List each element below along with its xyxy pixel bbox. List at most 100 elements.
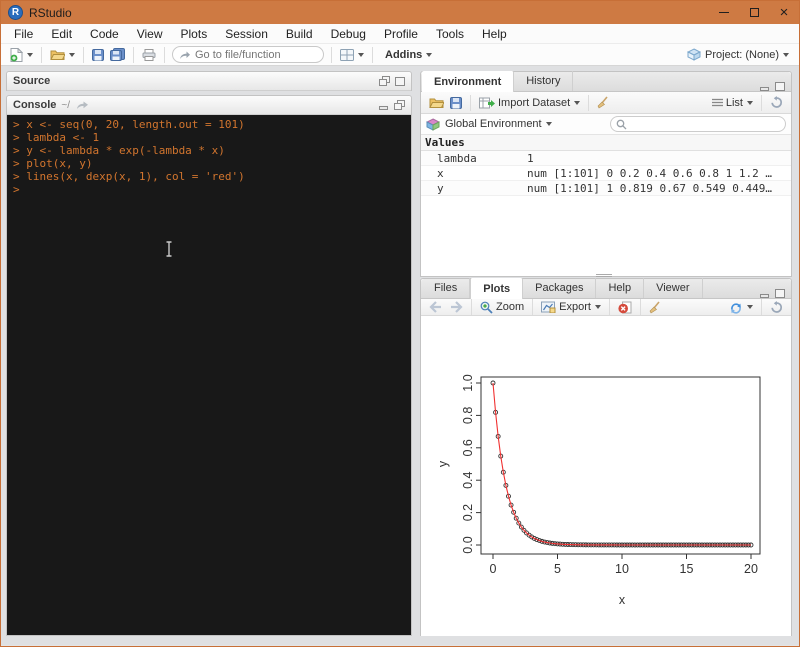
- chevron-down-icon: [27, 53, 33, 57]
- load-workspace-button[interactable]: [426, 96, 447, 110]
- minimize-pane-icon[interactable]: [760, 82, 770, 91]
- export-plot-button[interactable]: Export: [538, 300, 604, 314]
- tab-viewer[interactable]: Viewer: [644, 278, 702, 298]
- goto-file-input[interactable]: [195, 49, 315, 61]
- environment-search-box[interactable]: [610, 116, 786, 132]
- chevron-down-icon: [358, 53, 364, 57]
- svg-text:0.6: 0.6: [461, 439, 475, 456]
- broom-icon: [649, 301, 663, 314]
- menu-view[interactable]: View: [128, 24, 172, 44]
- plot-viewport: 051015200.00.20.40.60.81.0xy: [421, 316, 791, 636]
- environment-scope-row: Global Environment: [421, 114, 791, 135]
- object-value: num [1:101] 1 0.819 0.67 0.549 0.449…: [527, 182, 791, 195]
- broom-icon: [597, 96, 611, 109]
- svg-text:0.2: 0.2: [461, 504, 475, 521]
- environment-row-lambda[interactable]: lambda 1: [421, 151, 791, 166]
- minimize-pane-icon[interactable]: [760, 289, 770, 298]
- svg-text:1.0: 1.0: [461, 374, 475, 391]
- global-environment-selector[interactable]: Global Environment: [445, 118, 542, 130]
- svg-text:10: 10: [615, 562, 629, 576]
- object-value: num [1:101] 0 0.2 0.4 0.6 0.8 1 1.2 …: [527, 167, 791, 180]
- svg-text:5: 5: [554, 562, 561, 576]
- search-icon: [616, 119, 627, 130]
- chevron-down-icon: [69, 53, 75, 57]
- print-button[interactable]: [139, 48, 159, 62]
- chevron-down-icon: [747, 101, 753, 105]
- save-button[interactable]: [89, 48, 107, 62]
- menu-bar: File Edit Code View Plots Session Build …: [1, 24, 799, 44]
- maximize-button[interactable]: [739, 1, 769, 24]
- goto-arrow-icon: [179, 50, 191, 60]
- maximize-pane-icon[interactable]: [775, 289, 785, 298]
- minimize-button[interactable]: [709, 1, 739, 24]
- object-name: x: [421, 167, 527, 180]
- menu-session[interactable]: Session: [216, 24, 277, 44]
- save-icon: [450, 97, 462, 109]
- environment-row-y[interactable]: y num [1:101] 1 0.819 0.67 0.549 0.449…: [421, 181, 791, 196]
- new-file-button[interactable]: [7, 47, 36, 63]
- minimize-pane-icon[interactable]: [379, 101, 389, 110]
- remove-plot-button[interactable]: [615, 300, 635, 315]
- menu-edit[interactable]: Edit: [42, 24, 81, 44]
- publish-plot-button[interactable]: [726, 300, 756, 315]
- global-environment-cube-icon: [426, 118, 440, 131]
- console-output[interactable]: > x <- seq(0, 20, length.out = 101) > la…: [7, 115, 411, 635]
- addins-button[interactable]: Addins: [378, 48, 435, 62]
- environment-search-input[interactable]: [630, 118, 780, 130]
- svg-text:20: 20: [744, 562, 758, 576]
- tab-environment[interactable]: Environment: [422, 71, 514, 92]
- maximize-pane-icon[interactable]: [395, 77, 405, 86]
- save-workspace-button[interactable]: [447, 96, 465, 110]
- refresh-environment-button[interactable]: [767, 95, 786, 110]
- print-icon: [142, 49, 156, 61]
- save-all-button[interactable]: [107, 47, 128, 62]
- tab-packages[interactable]: Packages: [523, 278, 596, 298]
- goto-file-search[interactable]: [172, 46, 324, 63]
- restore-pane-icon[interactable]: [379, 76, 390, 86]
- menu-debug[interactable]: Debug: [322, 24, 375, 44]
- save-all-icon: [110, 48, 125, 61]
- clear-all-plots-button[interactable]: [646, 300, 666, 315]
- previous-plot-button[interactable]: [426, 300, 446, 314]
- export-image-icon: [541, 301, 556, 313]
- menu-help[interactable]: Help: [473, 24, 516, 44]
- object-name: lambda: [421, 152, 527, 165]
- list-view-button[interactable]: List: [709, 96, 756, 110]
- console-prompt: >: [13, 183, 405, 196]
- restore-pane-icon[interactable]: [394, 100, 405, 110]
- menu-build[interactable]: Build: [277, 24, 322, 44]
- svg-text:x: x: [619, 593, 626, 607]
- tab-help[interactable]: Help: [596, 278, 644, 298]
- menu-tools[interactable]: Tools: [427, 24, 473, 44]
- open-file-button[interactable]: [47, 48, 78, 62]
- console-line: > plot(x, y): [13, 157, 405, 170]
- zoom-plot-button[interactable]: Zoom: [477, 300, 527, 315]
- values-section-header: Values: [421, 135, 791, 151]
- zoom-label: Zoom: [496, 301, 524, 313]
- tab-files[interactable]: Files: [422, 278, 470, 298]
- menu-code[interactable]: Code: [81, 24, 128, 44]
- remove-plot-icon: [618, 301, 632, 314]
- vertical-splitter[interactable]: [412, 66, 420, 645]
- chevron-down-icon: [595, 305, 601, 309]
- chevron-down-icon: [546, 122, 552, 126]
- title-bar: R RStudio ×: [1, 1, 799, 24]
- next-plot-button[interactable]: [446, 300, 466, 314]
- maximize-pane-icon[interactable]: [775, 82, 785, 91]
- import-dataset-button[interactable]: Import Dataset: [476, 96, 583, 110]
- popout-arrow-icon[interactable]: [76, 100, 89, 110]
- menu-profile[interactable]: Profile: [375, 24, 427, 44]
- workspace-panes-button[interactable]: [337, 48, 367, 62]
- environment-row-x[interactable]: x num [1:101] 0 0.2 0.4 0.6 0.8 1 1.2 …: [421, 166, 791, 181]
- project-selector[interactable]: Project: (None): [687, 48, 793, 61]
- menu-file[interactable]: File: [5, 24, 42, 44]
- tab-plots[interactable]: Plots: [470, 278, 523, 299]
- close-button[interactable]: ×: [769, 1, 799, 24]
- tab-history[interactable]: History: [514, 71, 573, 91]
- horizontal-splitter[interactable]: [596, 274, 612, 277]
- svg-text:0.4: 0.4: [461, 471, 475, 488]
- main-toolbar: Addins Project: (None): [1, 44, 799, 66]
- clear-environment-button[interactable]: [594, 95, 614, 110]
- refresh-plot-button[interactable]: [767, 300, 786, 315]
- menu-plots[interactable]: Plots: [172, 24, 217, 44]
